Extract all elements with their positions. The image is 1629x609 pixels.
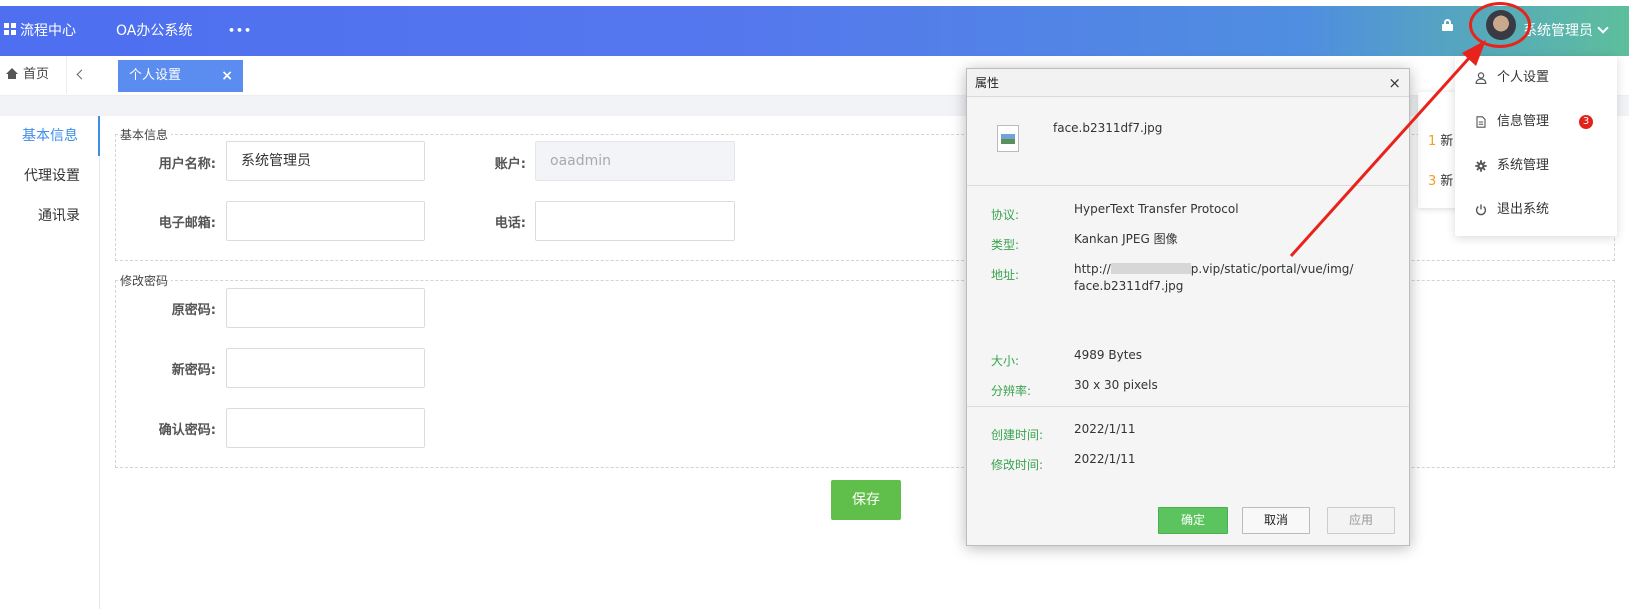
menu-item-logout[interactable]: 退出系统 xyxy=(1455,188,1617,232)
close-icon[interactable]: × xyxy=(1388,69,1401,97)
phone-label: 电话: xyxy=(494,216,526,231)
power-icon xyxy=(1475,204,1487,216)
file-name: face.b2311df7.jpg xyxy=(1053,121,1163,135)
size-key: 大小: xyxy=(991,354,1020,368)
more-menu[interactable]: ••• xyxy=(228,6,252,56)
old-password-label: 原密码: xyxy=(171,303,216,318)
top-navbar: 流程中心 OA办公系统 ••• xyxy=(0,6,1629,56)
menu-item-proxy-settings[interactable]: 代理设置 xyxy=(0,156,100,196)
divider xyxy=(967,185,1409,186)
menu-item-personal-settings[interactable]: 个人设置 xyxy=(1455,56,1617,100)
menu-item-system-management[interactable]: 系统管理 xyxy=(1455,144,1617,188)
user-dropdown-menu: 个人设置 信息管理 3 系统管理 退出系统 xyxy=(1455,56,1617,236)
cancel-button[interactable]: 取消 xyxy=(1242,507,1310,534)
close-icon[interactable]: × xyxy=(221,60,233,92)
menu-item-label: 退出系统 xyxy=(1497,202,1550,217)
properties-dialog: 属性 × face.b2311df7.jpg 协议: HyperText Tra… xyxy=(966,68,1410,546)
protocol-value: HyperText Transfer Protocol xyxy=(1074,202,1239,216)
type-value: Kankan JPEG 图像 xyxy=(1074,232,1178,246)
document-icon xyxy=(1476,116,1486,128)
chevron-left-icon[interactable] xyxy=(76,69,87,80)
process-center-label: 流程中心 xyxy=(20,23,76,39)
apply-button: 应用 xyxy=(1327,507,1395,534)
user-menu[interactable]: 系统管理员 xyxy=(1523,6,1609,56)
address-key: 地址: xyxy=(991,268,1020,282)
ok-button[interactable]: 确定 xyxy=(1158,507,1228,534)
process-center-menu[interactable]: 流程中心 xyxy=(4,6,76,56)
home-label: 首页 xyxy=(23,67,50,82)
username-field[interactable]: 系统管理员 xyxy=(226,141,425,181)
resolution-value: 30 x 30 pixels xyxy=(1074,378,1158,392)
dialog-title: 属性 xyxy=(967,69,1409,97)
notification-item[interactable]: 1新 xyxy=(1428,130,1453,149)
home-icon xyxy=(6,68,18,79)
gear-icon xyxy=(1475,160,1487,172)
tab-personal-settings[interactable]: 个人设置 × xyxy=(118,60,243,92)
email-field[interactable] xyxy=(226,201,425,241)
created-value: 2022/1/11 xyxy=(1074,422,1136,436)
type-key: 类型: xyxy=(991,238,1020,252)
chevron-down-icon xyxy=(1597,22,1609,34)
modified-value: 2022/1/11 xyxy=(1074,452,1136,466)
annotation-circle xyxy=(1469,2,1531,48)
password-legend: 修改密码 xyxy=(120,272,172,289)
basic-info-legend: 基本信息 xyxy=(120,126,172,143)
new-password-label: 新密码: xyxy=(171,363,216,378)
divider xyxy=(66,56,67,94)
tab-label: 个人设置 xyxy=(129,68,182,83)
notification-panel: 1新 3新 xyxy=(1418,92,1458,208)
size-value: 4989 Bytes xyxy=(1074,348,1143,362)
email-label: 电子邮箱: xyxy=(158,216,216,231)
menu-item-info-management[interactable]: 信息管理 3 xyxy=(1455,100,1617,144)
unread-badge: 3 xyxy=(1579,115,1593,129)
menu-item-label: 个人设置 xyxy=(1497,70,1550,85)
address-value: http://p.vip/static/portal/vue/img/ face… xyxy=(1074,262,1354,293)
username-label: 用户名称: xyxy=(158,157,216,172)
menu-item-contacts[interactable]: 通讯录 xyxy=(0,196,100,236)
protocol-key: 协议: xyxy=(991,208,1020,222)
account-field: oaadmin xyxy=(535,141,735,181)
home-tab[interactable]: 首页 xyxy=(6,56,49,94)
settings-side-menu: 基本信息 代理设置 通讯录 xyxy=(0,116,100,609)
oa-system-menu[interactable]: OA办公系统 xyxy=(116,6,192,56)
confirm-password-label: 确认密码: xyxy=(158,423,216,438)
notification-item[interactable]: 3新 xyxy=(1428,170,1453,189)
lock-icon[interactable] xyxy=(1442,19,1453,31)
grid-icon xyxy=(4,23,17,36)
created-key: 创建时间: xyxy=(991,428,1044,442)
user-name: 系统管理员 xyxy=(1523,23,1593,39)
account-label: 账户: xyxy=(494,157,526,172)
user-icon xyxy=(1475,72,1487,84)
menu-item-basic-info[interactable]: 基本信息 xyxy=(0,116,100,156)
resolution-key: 分辨率: xyxy=(991,384,1032,398)
old-password-field[interactable] xyxy=(226,288,425,328)
menu-item-label: 系统管理 xyxy=(1497,158,1550,173)
phone-field[interactable] xyxy=(535,201,735,241)
modified-key: 修改时间: xyxy=(991,458,1044,472)
new-password-field[interactable] xyxy=(226,348,425,388)
menu-item-label: 信息管理 xyxy=(1497,114,1550,129)
redacted-host xyxy=(1110,263,1191,274)
image-file-icon xyxy=(997,125,1019,152)
divider xyxy=(967,406,1409,407)
confirm-password-field[interactable] xyxy=(226,408,425,448)
save-button[interactable]: 保存 xyxy=(831,480,901,520)
